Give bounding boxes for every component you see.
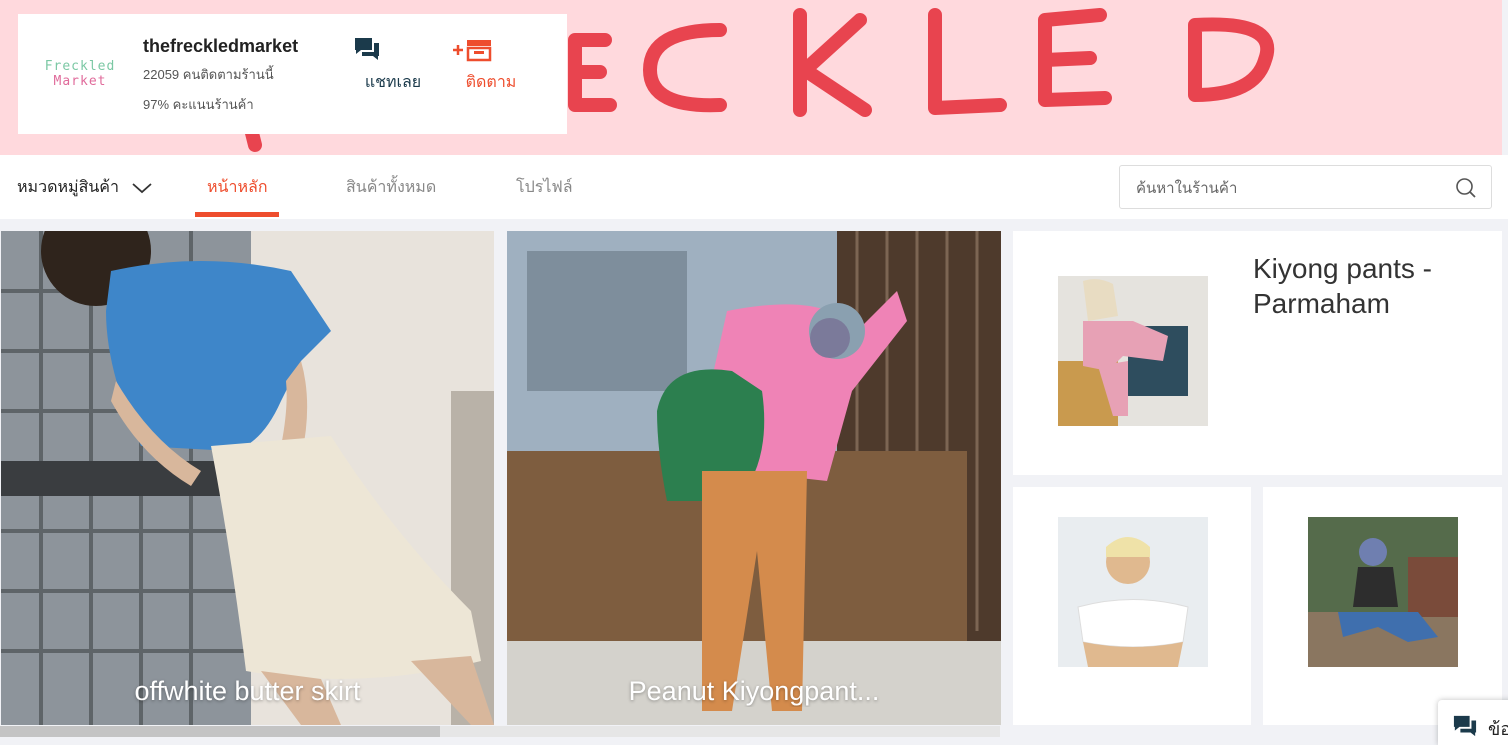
featured-product-title: Kiyong pants - Parmaham	[1253, 253, 1432, 319]
shop-rating: 97% คะแนนร้านค้า	[143, 97, 254, 112]
shop-name[interactable]: thefreckledmarket	[143, 36, 298, 57]
shop-banner: Freckled Market thefreckledmarket 22059 …	[0, 0, 1502, 155]
chat-now-label: แชทเลย	[364, 74, 422, 91]
shop-search-input[interactable]	[1134, 176, 1438, 200]
product-thumbnail	[1308, 517, 1458, 667]
product-tile[interactable]: Peanut Kiyongpant...	[507, 231, 1001, 725]
follow-label: ติดตาม	[465, 74, 517, 91]
tab-home[interactable]: หน้าหลัก	[207, 175, 268, 200]
horizontal-scrollbar-thumb[interactable]	[0, 726, 440, 737]
chat-now-button[interactable]: แชทเลย	[353, 36, 433, 95]
chat-widget-label: ข้อ	[1488, 719, 1508, 739]
chat-widget[interactable]: ข้อ	[1438, 700, 1508, 745]
shop-logo[interactable]: Freckled Market	[40, 44, 120, 104]
category-dropdown[interactable]: หมวดหมู่สินค้า	[17, 175, 153, 200]
product-tile[interactable]: offwhite butter skirt	[1, 231, 494, 725]
tab-profile[interactable]: โปรไฟล์	[516, 175, 573, 200]
plus-store-icon	[451, 36, 531, 70]
search-icon[interactable]	[1455, 177, 1477, 199]
shop-followers: 22059 คนติดตามร้านนี้	[143, 67, 274, 82]
product-caption: offwhite butter skirt	[134, 676, 361, 706]
active-tab-indicator	[195, 212, 279, 217]
shop-nav-bar: หมวดหมู่สินค้า หน้าหลัก สินค้าทั้งหมด โป…	[0, 155, 1508, 219]
product-thumbnail	[1058, 276, 1208, 426]
follow-button[interactable]: ติดตาม	[451, 36, 531, 95]
chat-bubbles-icon	[353, 36, 433, 70]
chevron-down-icon	[132, 182, 152, 193]
shop-search-box	[1119, 165, 1492, 209]
product-thumbnail	[1058, 517, 1208, 667]
product-card[interactable]	[1013, 487, 1251, 725]
shop-info-card: Freckled Market thefreckledmarket 22059 …	[18, 14, 567, 134]
featured-product-card[interactable]: Kiyong pants - Parmaham	[1013, 231, 1502, 475]
chat-bubbles-icon	[1453, 715, 1477, 737]
product-photo	[507, 231, 1001, 725]
tab-all-products[interactable]: สินค้าทั้งหมด	[346, 175, 436, 200]
product-caption: Peanut Kiyongpant...	[628, 676, 880, 706]
product-card[interactable]	[1263, 487, 1502, 725]
product-photo	[1, 231, 494, 725]
category-dropdown-label: หมวดหมู่สินค้า	[17, 179, 119, 196]
